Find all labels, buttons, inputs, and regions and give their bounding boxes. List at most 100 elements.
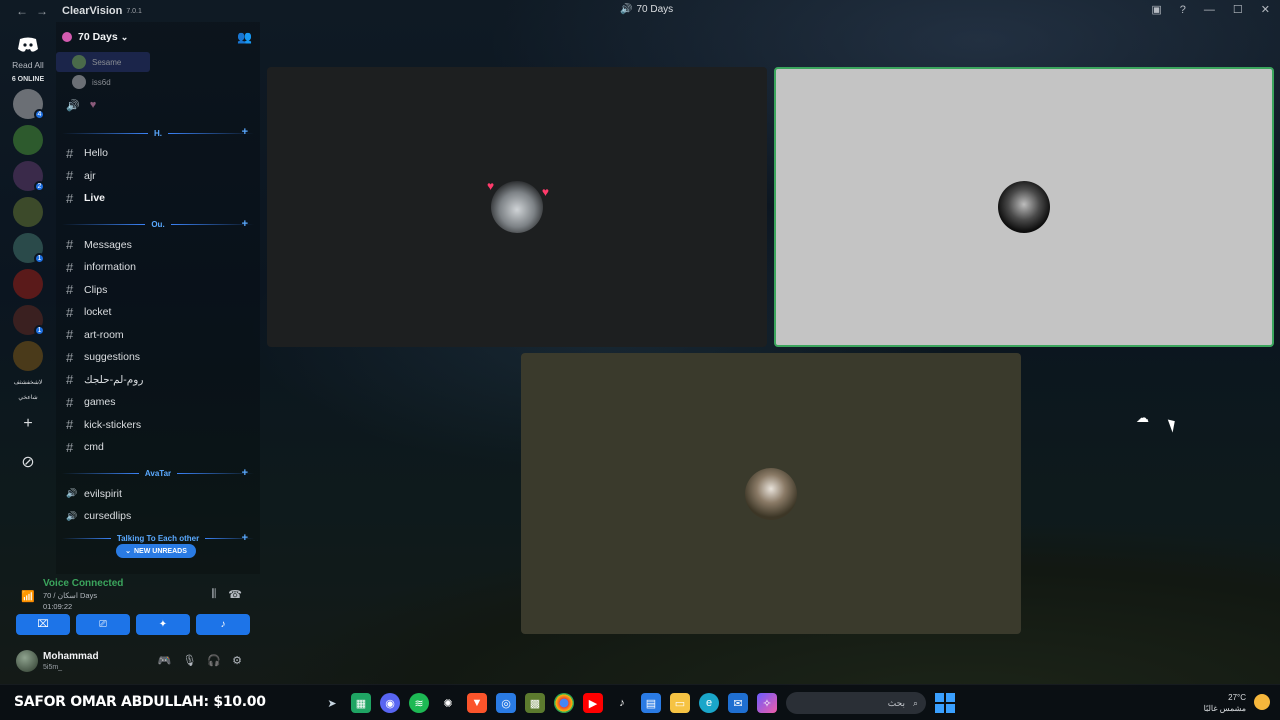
invite-people-icon[interactable]: 👥 <box>237 30 252 44</box>
channel-item[interactable]: # locket <box>56 301 260 324</box>
sun-icon <box>1254 694 1270 710</box>
voice-channel-icon: 🔊 <box>620 4 633 15</box>
channel-item[interactable]: # games <box>56 391 260 414</box>
game-controller-icon[interactable]: 🎮 <box>158 654 172 667</box>
help-icon[interactable]: ? <box>1180 4 1186 16</box>
user-name[interactable]: Mohammad <box>43 651 99 662</box>
maximize-button[interactable]: ☐ <box>1233 3 1243 16</box>
weather-widget[interactable]: 27°C مشمس غالبًا <box>1204 692 1246 714</box>
minimize-button[interactable]: — <box>1204 4 1215 16</box>
server-icon[interactable] <box>13 341 43 371</box>
inbox-icon[interactable]: ▣ <box>1151 3 1161 16</box>
discord-icon[interactable]: ◉ <box>380 693 400 713</box>
tiktok-icon[interactable]: ♪ <box>612 693 632 713</box>
chrome-icon[interactable] <box>554 693 574 713</box>
channel-item[interactable]: # Clips <box>56 279 260 302</box>
microphone-icon[interactable]: 🎙 <box>182 654 196 667</box>
channel-item[interactable]: # روم-لم-حلجك <box>56 369 260 392</box>
headphones-icon[interactable]: 🎧 <box>207 654 221 667</box>
add-channel-icon[interactable]: + <box>242 467 248 479</box>
participant-tile-3[interactable] <box>521 353 1021 634</box>
channel-item[interactable]: # ajr <box>56 165 260 188</box>
voice-user-row[interactable]: iss6d <box>56 72 260 92</box>
heart-icon: ♥ <box>89 99 97 111</box>
spotify-icon[interactable]: ≋ <box>409 693 429 713</box>
voice-user-row[interactable]: 🔊 ♥ <box>56 92 260 118</box>
read-all-button[interactable]: Read All <box>12 60 44 70</box>
hash-icon: # <box>66 372 74 388</box>
channel-item[interactable]: # information <box>56 256 260 279</box>
windows-start-icon[interactable] <box>935 693 955 713</box>
close-button[interactable]: ✕ <box>1261 3 1270 16</box>
cloud-icon: ☁ <box>1136 410 1149 425</box>
server-icon[interactable]: 2 <box>13 161 45 192</box>
channel-item[interactable]: # cmd <box>56 436 260 459</box>
screen-share-button[interactable]: ⎚ <box>76 614 130 635</box>
signal-icon[interactable]: 📶 <box>21 590 35 603</box>
hash-icon: # <box>66 304 74 320</box>
server-icon[interactable]: 4 <box>13 89 45 120</box>
steelseries-icon[interactable]: ✺ <box>438 693 458 713</box>
channel-item[interactable]: # Live <box>56 187 260 210</box>
participant-avatar <box>745 467 797 520</box>
participant-avatar: ♥ ♥ <box>487 179 549 233</box>
server-text-2[interactable]: شاعخي <box>18 394 37 401</box>
settings-gear-icon[interactable]: ⚙ <box>232 654 242 667</box>
taskbar-search[interactable]: بحث ⌕ <box>786 692 926 714</box>
participant-tile-1[interactable]: ♥ ♥ <box>267 67 767 347</box>
hash-icon: # <box>66 417 74 433</box>
server-icon[interactable]: 1 <box>13 305 45 336</box>
steam-icon[interactable]: ➤ <box>322 693 342 713</box>
mail-icon[interactable]: ✉ <box>728 693 748 713</box>
copilot-icon[interactable]: ✧ <box>757 693 777 713</box>
add-channel-icon[interactable]: + <box>242 126 248 138</box>
activities-button[interactable]: ✦ <box>136 614 190 635</box>
camera-button[interactable]: ⌧ <box>16 614 70 635</box>
voice-status[interactable]: Voice Connected <box>43 578 123 589</box>
edge-icon[interactable]: e <box>699 693 719 713</box>
discord-logo-icon[interactable] <box>14 34 42 56</box>
back-arrow-icon[interactable]: ← <box>16 4 28 18</box>
category-label: AvaTar <box>144 469 172 478</box>
add-server-button[interactable]: + <box>13 409 43 439</box>
disconnect-icon[interactable]: ☎ <box>228 588 242 601</box>
channel-item[interactable]: 🔊 evilspirit <box>56 483 260 506</box>
online-count: 6 ONLINE <box>11 76 45 83</box>
new-unreads-pill[interactable]: ⌄ NEW UNREADS <box>116 544 196 558</box>
brave-icon[interactable]: ▼ <box>467 693 487 713</box>
discover-icon[interactable]: ⊘ <box>13 447 43 477</box>
soundboard-button[interactable]: ♪ <box>196 614 250 635</box>
client-version: 7.0.1 <box>126 7 142 15</box>
server-icon[interactable] <box>13 197 43 227</box>
server-text-1[interactable]: لاشخفشثف <box>14 379 43 386</box>
channel-name: games <box>84 396 116 409</box>
add-channel-icon[interactable]: + <box>242 218 248 230</box>
channel-item[interactable]: # Hello <box>56 142 260 165</box>
guild-header[interactable]: 70 Days ⌄ 👥 <box>56 22 260 52</box>
category-header[interactable]: Ou. + <box>56 216 260 234</box>
store-icon[interactable]: ▤ <box>641 693 661 713</box>
category-header[interactable]: H. + <box>56 124 260 142</box>
android-app-icon[interactable]: ▦ <box>351 693 371 713</box>
channel-item[interactable]: # kick-stickers <box>56 414 260 437</box>
voice-channel-name[interactable]: 70 / اسكان Days <box>43 591 97 600</box>
add-channel-icon[interactable]: + <box>242 532 248 544</box>
server-icon[interactable]: 1 <box>13 233 45 264</box>
vpn-icon[interactable]: ◎ <box>496 693 516 713</box>
channel-item[interactable]: # Messages <box>56 234 260 257</box>
noise-suppression-icon[interactable]: ⫼ <box>211 588 216 601</box>
avatar[interactable] <box>16 650 38 672</box>
forward-arrow-icon[interactable]: → <box>36 4 48 18</box>
channel-item[interactable]: # suggestions <box>56 346 260 369</box>
youtube-icon[interactable]: ▶ <box>583 693 603 713</box>
minecraft-icon[interactable]: ▩ <box>525 693 545 713</box>
server-icon[interactable] <box>13 125 43 155</box>
server-icon[interactable] <box>13 269 43 299</box>
channel-item[interactable]: # art-room <box>56 324 260 347</box>
file-explorer-icon[interactable]: ▭ <box>670 693 690 713</box>
hash-icon: # <box>66 190 74 206</box>
category-header[interactable]: AvaTar + <box>56 465 260 483</box>
channel-item[interactable]: 🔊 cursedlips <box>56 505 260 528</box>
voice-user-row[interactable]: Sesame <box>56 52 150 72</box>
participant-tile-2-speaking[interactable] <box>774 67 1274 347</box>
